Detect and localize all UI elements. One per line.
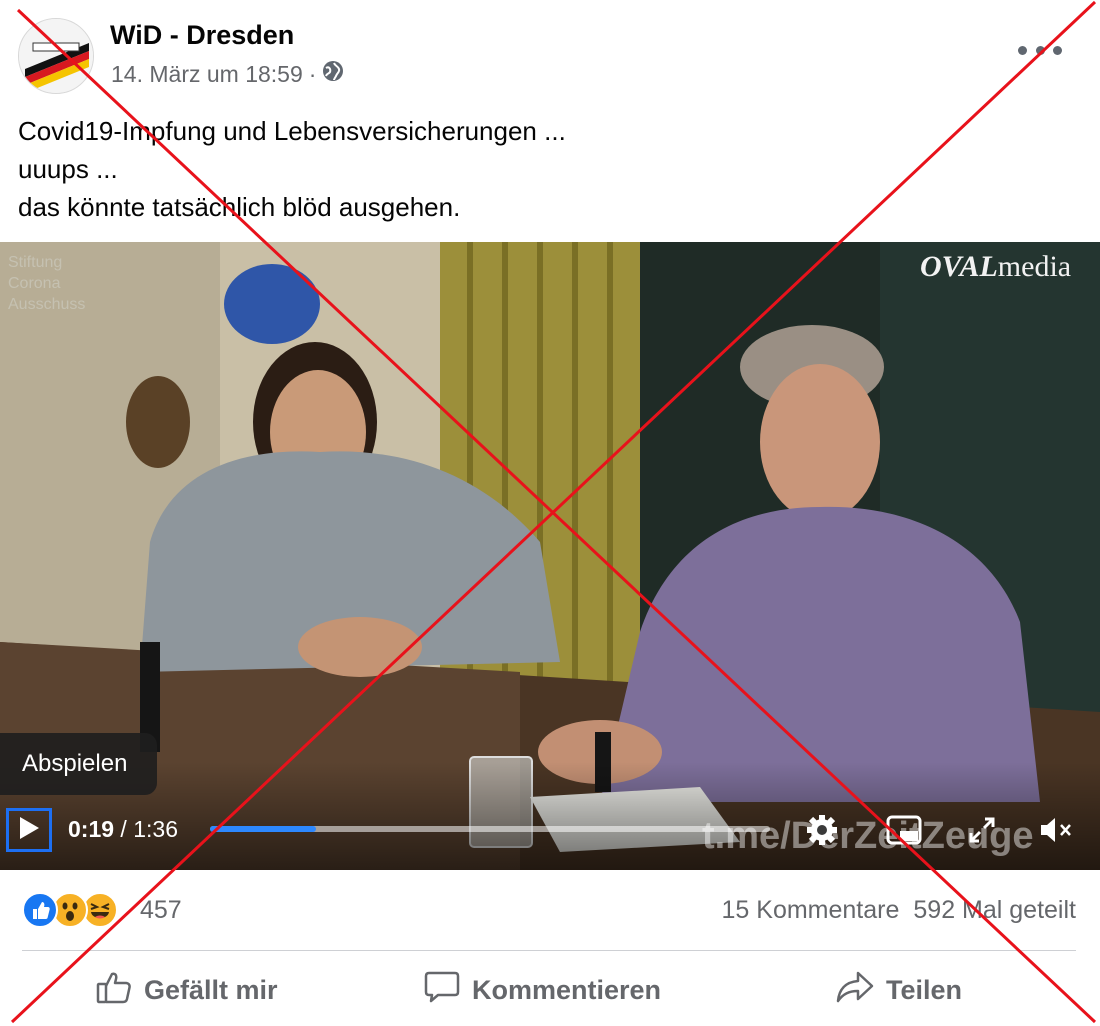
page-name[interactable]: WiD - Dresden — [110, 20, 294, 51]
globe-icon — [322, 60, 344, 88]
like-reaction-icon — [22, 892, 58, 928]
brand-rest: media — [997, 250, 1072, 283]
comment-count[interactable]: 15 Kommentare — [722, 896, 900, 925]
comment-button[interactable]: Kommentieren — [424, 970, 661, 1011]
share-count[interactable]: 592 Mal geteilt — [913, 896, 1076, 925]
thumbs-up-icon — [96, 970, 132, 1011]
watermark-line: Stiftung — [8, 254, 63, 271]
play-tooltip: Abspielen — [0, 733, 157, 795]
post-text-line: Covid19-Impfung und Lebensversicherungen… — [18, 116, 566, 146]
share-button[interactable]: Teilen — [836, 970, 962, 1011]
picture-in-picture-icon[interactable] — [882, 808, 926, 852]
duration: 1:36 — [133, 816, 178, 842]
muted-speaker-icon[interactable] — [1034, 808, 1078, 852]
video-watermark-left: Stiftung Corona Ausschuss — [8, 252, 85, 315]
reaction-icons[interactable] — [22, 892, 132, 928]
video-frame — [0, 242, 1100, 870]
meta-separator: · — [308, 60, 317, 87]
video-player[interactable] — [0, 242, 1100, 870]
time-separator: / — [114, 816, 134, 842]
post-header: WiD - Dresden 14. März um 18:59 · — [0, 0, 1100, 100]
more-options-icon[interactable] — [1018, 32, 1062, 68]
post-text-line: das könnte tatsächlich blöd ausgehen. — [18, 192, 461, 222]
reaction-count[interactable]: 457 — [140, 896, 182, 925]
settings-gear-icon[interactable] — [800, 808, 844, 852]
post-text-line: uuups ... — [18, 154, 118, 184]
post-action-bar: Gefällt mir Kommentieren Teilen — [0, 952, 1100, 1026]
share-arrow-icon — [836, 970, 874, 1011]
watermark-line: Ausschuss — [8, 296, 86, 313]
comment-bubble-icon — [424, 970, 460, 1011]
post-stats: 15 Kommentare 592 Mal geteilt — [722, 896, 1076, 925]
post-timestamp[interactable]: 14. März um 18:59 — [111, 61, 303, 88]
post-text: Covid19-Impfung und Lebensversicherungen… — [18, 112, 1078, 226]
watermark-line: Corona — [8, 275, 61, 292]
video-time: 0:19 / 1:36 — [68, 816, 178, 843]
share-button-label: Teilen — [886, 975, 963, 1005]
like-button[interactable]: Gefällt mir — [96, 970, 278, 1011]
current-time: 0:19 — [68, 816, 115, 842]
action-divider — [22, 950, 1076, 951]
post-meta: 14. März um 18:59 · — [111, 60, 344, 88]
video-progress-bar[interactable] — [210, 826, 770, 832]
comment-button-label: Kommentieren — [472, 975, 662, 1005]
play-button[interactable] — [6, 808, 52, 852]
video-progress-fill — [210, 826, 317, 832]
video-brand-watermark: OVALmedia — [920, 250, 1071, 284]
brand-bold: OVAL — [920, 250, 998, 283]
fullscreen-icon[interactable] — [960, 808, 1004, 852]
engagement-row: 457 15 Kommentare 592 Mal geteilt — [0, 872, 1100, 950]
page-avatar[interactable] — [18, 18, 94, 94]
like-button-label: Gefällt mir — [144, 975, 278, 1005]
play-icon — [17, 815, 41, 846]
